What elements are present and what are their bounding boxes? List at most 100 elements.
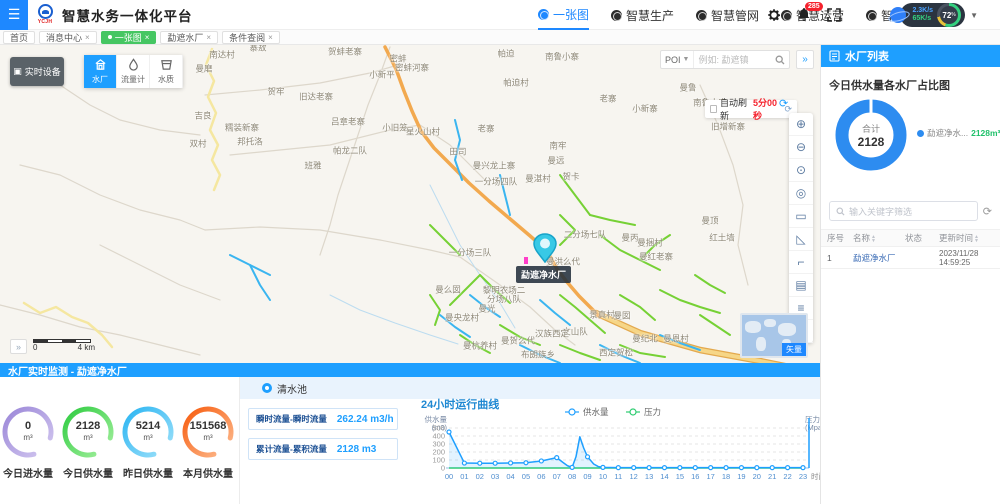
gauge-unit: m³ (143, 432, 152, 443)
map-label: 曼捆村 (637, 239, 663, 248)
gauge-昨日供水量: 5214m³昨日供水量 (121, 405, 175, 480)
water-plant-marker[interactable] (532, 233, 558, 263)
x-tick: 00 (445, 472, 453, 481)
nav-item-智慧生产[interactable]: 智慧生产 (611, 0, 674, 30)
y-tick: 300 (432, 440, 445, 449)
map-label: 黎明农场二 分场八队 (483, 286, 526, 304)
gauge-label: 今日进水量 (1, 465, 55, 480)
layer-button-水质[interactable]: 水质 (150, 55, 183, 88)
chart-title: 24小时运行曲线 (421, 397, 499, 411)
nav-item-一张图[interactable]: 一张图 (538, 0, 589, 30)
data-point (632, 466, 636, 470)
donut-center-label: 合计 (862, 122, 880, 135)
table-row[interactable]: 1勐遮净水厂2023/11/28 14:59:25 (821, 247, 1000, 269)
map-label: 班雅 (304, 162, 321, 171)
close-icon[interactable]: × (268, 33, 273, 42)
sort-icon[interactable]: ▲▼ (974, 235, 979, 243)
tab-勐遮水厂[interactable]: 勐遮水厂× (160, 31, 218, 44)
water-plant-marker-label[interactable]: 勐遮净水厂 (516, 266, 571, 283)
print-icon[interactable]: ▤ (789, 274, 813, 297)
close-icon[interactable]: × (145, 33, 150, 42)
col-header-名称[interactable]: 名称▲▼ (853, 232, 905, 244)
nav-label: 一张图 (553, 6, 589, 23)
layer-button-流量计[interactable]: 流量计 (117, 55, 150, 88)
auto-refresh-checkbox[interactable] (710, 105, 717, 113)
x-tick: 14 (660, 472, 668, 481)
x-tick: 23 (799, 472, 807, 481)
col-header-更新时间[interactable]: 更新时间▲▼ (939, 232, 994, 244)
table-header: 序号名称▲▼状态更新时间▲▼ (821, 229, 1000, 247)
data-point (447, 430, 451, 434)
menu-button[interactable]: ☰ (0, 0, 28, 30)
set-square-icon[interactable]: ◺ (789, 228, 813, 251)
tank-radio[interactable] (262, 383, 272, 393)
pipe-icon[interactable]: ⌐ (789, 251, 813, 274)
table-refresh-icon[interactable]: ⟳ (983, 205, 992, 218)
street-view-icon[interactable]: ⊙ (789, 159, 813, 182)
cell-name[interactable]: 勐遮净水厂 (853, 252, 905, 264)
app-logo: YCJH (34, 4, 56, 25)
system-monitor-widget[interactable]: 2.3K/s 65K/s 72% ▼ (890, 2, 978, 28)
layer-label: 流量计 (121, 74, 145, 85)
tab-条件查阅[interactable]: 条件查阅× (222, 31, 280, 44)
close-icon[interactable]: × (85, 33, 90, 42)
gauge-label: 今日供水量 (61, 465, 115, 480)
water-quality-layer-icon (160, 58, 173, 74)
overview-minimap[interactable]: 矢量 (740, 313, 808, 358)
legend-供水量: 供水量 (583, 407, 609, 417)
tab-一张图[interactable]: 一张图× (101, 31, 157, 44)
vector-layer-button[interactable]: 矢量 (782, 343, 806, 356)
map-label: 老寨 (599, 95, 616, 104)
layer-button-水厂[interactable]: 水厂 (84, 55, 117, 88)
panel-collapse-icon[interactable]: » (10, 339, 27, 354)
measure-icon[interactable]: ▭ (789, 205, 813, 228)
data-point (493, 461, 497, 465)
map-refresh-icon[interactable]: ⟳ (779, 97, 788, 110)
bell-icon[interactable]: 285 (796, 7, 812, 23)
tank-radio-label: 清水池 (277, 381, 307, 396)
map-label: 一分场四队 (475, 178, 518, 187)
data-point (478, 461, 482, 465)
sidebar-collapse-button[interactable]: » (796, 50, 814, 69)
logo-text: YCJH (38, 19, 53, 25)
poi-search-bar: POI▼ 例如: 勐遮镇 (660, 50, 790, 69)
fullscreen-icon[interactable] (826, 7, 842, 23)
data-point (555, 456, 559, 460)
page-title: 智慧水务一体化平台 (62, 5, 193, 25)
gear-icon[interactable] (766, 7, 782, 23)
map-label: 小新寨 (632, 105, 658, 114)
download-speed: 65K/s (912, 15, 933, 23)
app-header: ☰ YCJH 智慧水务一体化平台 一张图智慧生产智慧管网智慧运营智慧决策 285… (0, 0, 1000, 30)
chevron-down-icon[interactable]: ▼ (970, 11, 978, 20)
x-tick: 07 (553, 472, 561, 481)
donut-legend: 勐遮净水... 2128m³ 100.00% (917, 127, 1000, 139)
zoom-out-icon[interactable]: ⊖ (789, 136, 813, 159)
donut-center-value: 2128 (858, 135, 885, 149)
plant-filter-input[interactable]: 输入关键字筛选 (829, 201, 978, 221)
data-point (770, 466, 774, 470)
search-icon[interactable] (771, 55, 789, 65)
map-canvas[interactable]: 南达村曼磨寨敖贺蚌老寨密蚌密蚌河寨小新平帕迫南鲁小寨帕迫村曼鲁小新寨南鲁大寨老寨… (0, 45, 820, 363)
x-tick: 20 (753, 472, 761, 481)
x-tick: 10 (599, 472, 607, 481)
minimap-land (756, 337, 766, 351)
map-features (0, 45, 820, 363)
map-label: 曼红老寨 (639, 253, 673, 262)
supply-stats: 0m³今日进水量2128m³今日供水量5214m³昨日供水量151568m³本月… (0, 377, 240, 504)
tab-首页[interactable]: 首页 (3, 31, 35, 44)
data-point (755, 466, 759, 470)
locate-icon[interactable]: ◎ (789, 182, 813, 205)
tab-消息中心[interactable]: 消息中心× (39, 31, 97, 44)
close-icon[interactable]: × (206, 33, 211, 42)
sort-icon[interactable]: ▲▼ (871, 235, 876, 243)
nav-item-智慧管网[interactable]: 智慧管网 (696, 0, 759, 30)
map-label: 旧增新寨 (711, 123, 745, 132)
data-point (739, 466, 743, 470)
realtime-device-button[interactable]: ▣ 实时设备 (10, 57, 64, 86)
gauge-label: 昨日供水量 (121, 465, 175, 480)
poi-search-input[interactable]: 例如: 勐遮镇 (694, 53, 771, 66)
zoom-in-icon[interactable]: ⊕ (789, 113, 813, 136)
poi-type-select[interactable]: POI▼ (661, 51, 694, 68)
x-tick: 06 (537, 472, 545, 481)
x-tick: 19 (737, 472, 745, 481)
